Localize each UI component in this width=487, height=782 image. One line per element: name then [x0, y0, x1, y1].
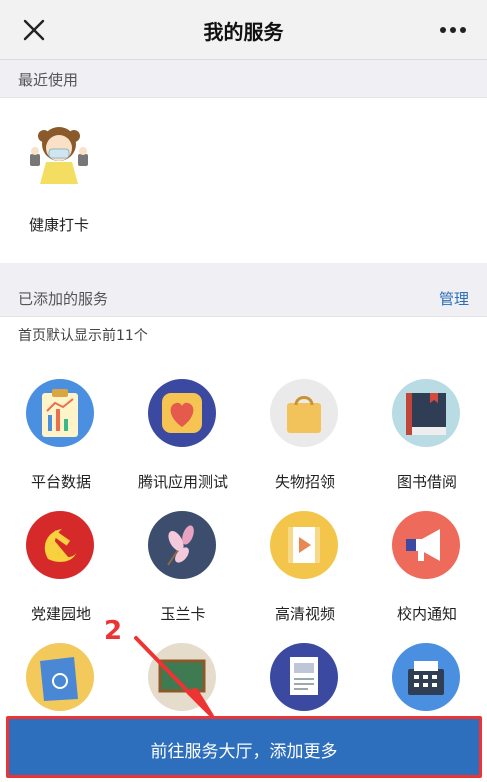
go-to-service-hall-button[interactable]: 前往服务大厅，添加更多 [6, 716, 482, 778]
added-section-note: 首页默认显示前11个 [18, 328, 148, 344]
document-icon [270, 643, 338, 711]
service-item-label: 图书借阅 [396, 473, 457, 491]
megaphone-icon [392, 511, 460, 579]
service-item-label: 校内通知 [396, 605, 457, 623]
added-section-header: 已添加的服务 管理 [0, 280, 487, 316]
nav-bar: 我的服务 [0, 0, 487, 60]
go-to-service-hall-label: 前往服务大厅，添加更多 [150, 742, 338, 762]
service-item-label: 腾讯应用测试 [137, 473, 228, 491]
service-item-campus-notice[interactable]: 校内通知 [366, 511, 487, 641]
service-item-label: 玉兰卡 [160, 605, 206, 623]
added-section-title: 已添加的服务 [18, 290, 109, 308]
recent-item-health[interactable] [24, 118, 94, 188]
service-item-label: 失物招领 [274, 473, 335, 491]
handbook-icon [26, 643, 94, 711]
recent-section: 健康打卡 [0, 97, 487, 263]
service-item-library[interactable]: 图书借阅 [366, 379, 487, 509]
shopping-bag-icon [270, 379, 338, 447]
video-icon [270, 511, 338, 579]
recent-section-header: 最近使用 [0, 61, 487, 97]
added-section: 首页默认显示前11个 平台数据 腾讯应用测试 失物招领 图书借阅 党建园地 玉兰… [0, 316, 487, 782]
cash-register-icon [392, 643, 460, 711]
more-icon[interactable] [437, 18, 469, 42]
service-item-hd-video[interactable]: 高清视频 [244, 511, 366, 641]
page-title: 我的服务 [203, 20, 284, 44]
blackboard-icon [148, 643, 216, 711]
annotation-number: 2 [104, 616, 123, 646]
recent-item-label: 健康打卡 [28, 216, 89, 234]
service-item-label: 高清视频 [274, 605, 335, 623]
service-item-lost-found[interactable]: 失物招领 [244, 379, 366, 509]
service-item-tencent-test[interactable]: 腾讯应用测试 [122, 379, 244, 509]
book-icon [392, 379, 460, 447]
service-item-platform-data[interactable]: 平台数据 [0, 379, 122, 509]
service-item-label: 平台数据 [30, 473, 91, 491]
hammer-sickle-icon [26, 511, 94, 579]
manage-link[interactable]: 管理 [439, 288, 469, 309]
health-checkin-icon [30, 127, 88, 184]
magnolia-icon [148, 511, 216, 579]
my-services-page: 我的服务 最近使用 健康打卡 已添加的服务 管理 首页默认显示前11个 平台数据… [0, 0, 487, 782]
clipboard-chart-icon [26, 379, 94, 447]
service-item-magnolia-card[interactable]: 玉兰卡 [122, 511, 244, 641]
heart-app-icon [148, 379, 216, 447]
recent-section-title: 最近使用 [18, 71, 79, 89]
